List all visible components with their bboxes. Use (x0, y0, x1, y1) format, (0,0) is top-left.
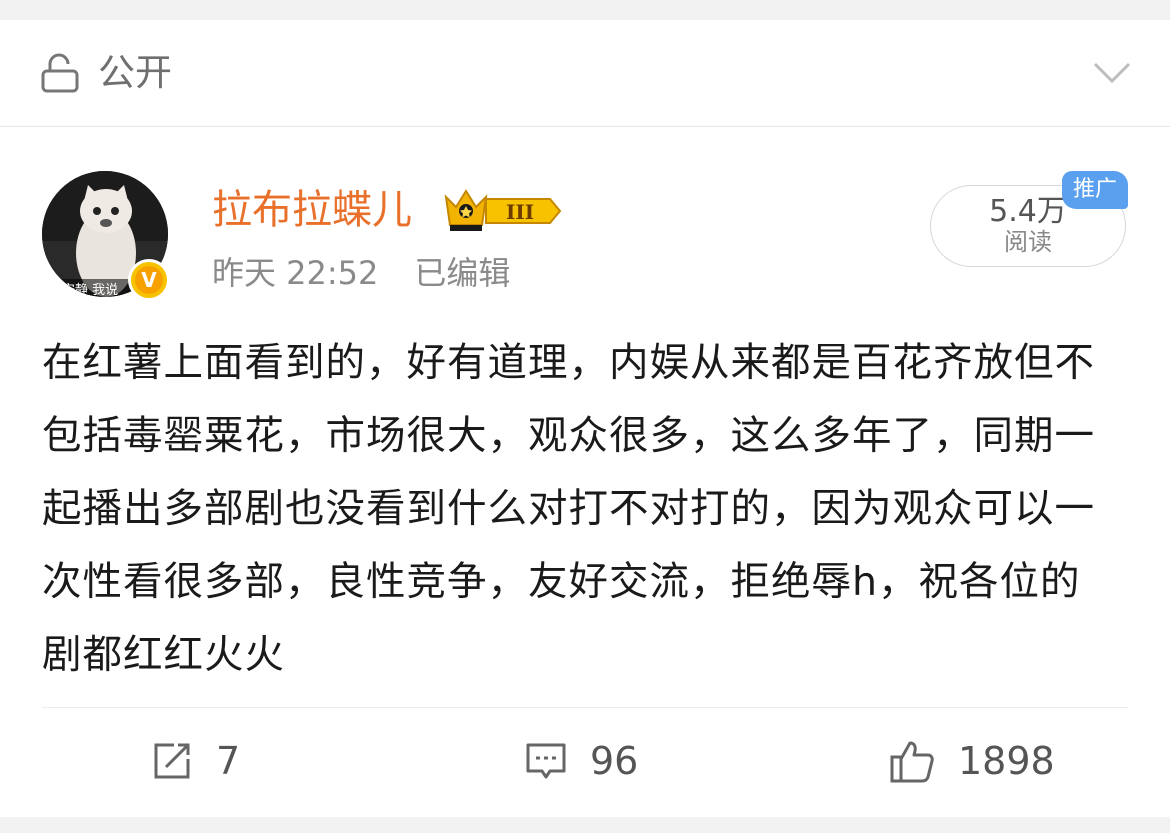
comment-button[interactable]: 96 (524, 731, 638, 791)
post-text: 在红薯上面看到的，好有道理，内娱从来都是百花齐放但不包括毒罂粟花，市场很大，观众… (42, 340, 1095, 678)
chevron-down-icon[interactable] (1092, 60, 1132, 86)
edited-label[interactable]: 已编辑 (414, 254, 510, 292)
crown-level-badge[interactable]: III (444, 187, 562, 233)
share-button[interactable]: 7 (150, 731, 240, 791)
comment-count: 96 (590, 739, 639, 783)
thumbs-up-icon (890, 741, 934, 783)
share-count: 7 (216, 739, 241, 783)
lock-open-icon (41, 53, 79, 93)
verified-v-icon: V (128, 259, 170, 301)
post-card: 安静 我说 V 拉布拉蝶儿 III 昨天 22:52 已编辑 5.4万 阅读 推广… (0, 127, 1170, 817)
post-time: 昨天 22:52 (212, 254, 379, 292)
like-count: 1898 (958, 739, 1055, 783)
author-name[interactable]: 拉布拉蝶儿 (212, 185, 412, 235)
like-button[interactable]: 1898 (888, 731, 1055, 791)
promote-tag[interactable]: 推广 (1062, 171, 1128, 209)
read-label: 阅读 (1004, 228, 1052, 256)
avatar-caption: 安静 我说 (62, 283, 118, 297)
comment-icon (526, 743, 566, 779)
visibility-label: 公开 (98, 51, 172, 94)
badge-level: III (506, 200, 534, 224)
post-meta: 昨天 22:52 已编辑 (212, 253, 510, 293)
share-icon (154, 743, 190, 779)
visibility-selector[interactable]: 公开 (0, 20, 1170, 127)
divider (42, 707, 1128, 708)
